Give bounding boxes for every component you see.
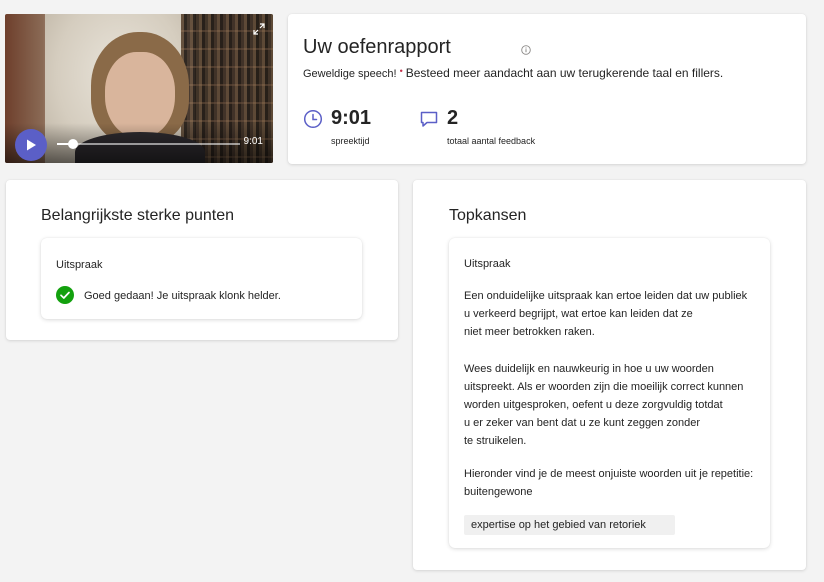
stat-label: totaal aantal feedback [447,136,536,146]
play-icon [27,139,36,151]
opportunity-category: Uitspraak [464,258,511,270]
paragraph-line: te struikelen. [464,435,527,447]
opportunities-card: Topkansen Uitspraak Een onduidelijke uit… [413,180,806,570]
paragraph-line: Een onduidelijke uitspraak kan ertoe lei… [464,290,748,302]
chat-icon [419,109,439,134]
report-message: Besteed meer aandacht aan uw terugkerend… [405,66,724,80]
report-subtitle-line: Geweldige speech! • Besteed meer aandacht … [303,66,723,80]
paragraph-line: u verkeerd begrijpt, wat ertoe kan leide… [464,308,693,320]
opportunity-paragraph-1: Een onduidelijke uitspraak kan ertoe lei… [464,287,747,341]
report-subtitle: Geweldige speech! [303,68,397,80]
checkmark-icon [56,286,74,309]
strengths-card: Belangrijkste sterke punten Uitspraak Go… [6,180,398,340]
opportunity-paragraph-2: Wees duidelijk en nauwkeurig in hoe u uw… [464,360,743,450]
opportunity-paragraph-3: Hieronder vind je de meest onjuiste woor… [464,465,753,501]
paragraph-line: u er zeker van bent dat u ze kunt zeggen… [464,417,701,429]
clock-icon [303,109,323,134]
video-seek-track[interactable] [57,143,240,145]
paragraph-line: Hieronder vind je de meest onjuiste woor… [464,468,754,480]
report-title: Uw oefenrapport [303,36,451,58]
stat-label: spreektijd [331,136,370,146]
opportunity-item: Uitspraak Een onduidelijke uitspraak kan… [449,238,770,548]
word-chip: expertise op het gebied van retoriek [464,515,675,535]
strength-category: Uitspraak [56,259,103,271]
report-card: Uw oefenrapport Geweldige speech! • Bestee… [288,14,806,164]
video-duration: 9:01 [243,136,263,147]
stat-value: 2 [447,107,459,129]
stat-value: 9:01 [331,107,372,129]
info-icon[interactable] [521,42,531,60]
paragraph-line: buitengewone [464,486,533,498]
video-seek-thumb[interactable] [68,139,78,149]
strength-message: Goed gedaan! Je uitspraak klonk helder. [84,290,281,302]
expand-icon[interactable] [253,22,265,40]
opportunities-title: Topkansen [449,207,527,224]
strengths-title: Belangrijkste sterke punten [41,207,234,224]
paragraph-line: worden uitgesproken, oefent u deze zorgv… [464,399,723,411]
subtitle-separator: • [399,66,403,76]
paragraph-line: Wees duidelijk en nauwkeurig in hoe u uw… [464,363,714,375]
paragraph-line: niet meer betrokken raken. [464,326,595,338]
play-button[interactable] [15,129,47,161]
video-player[interactable]: 9:01 [5,14,273,163]
paragraph-line: uitspreekt. Als er woorden zijn die moei… [464,381,744,393]
strength-item: Uitspraak Goed gedaan! Je uitspraak klon… [41,238,362,319]
